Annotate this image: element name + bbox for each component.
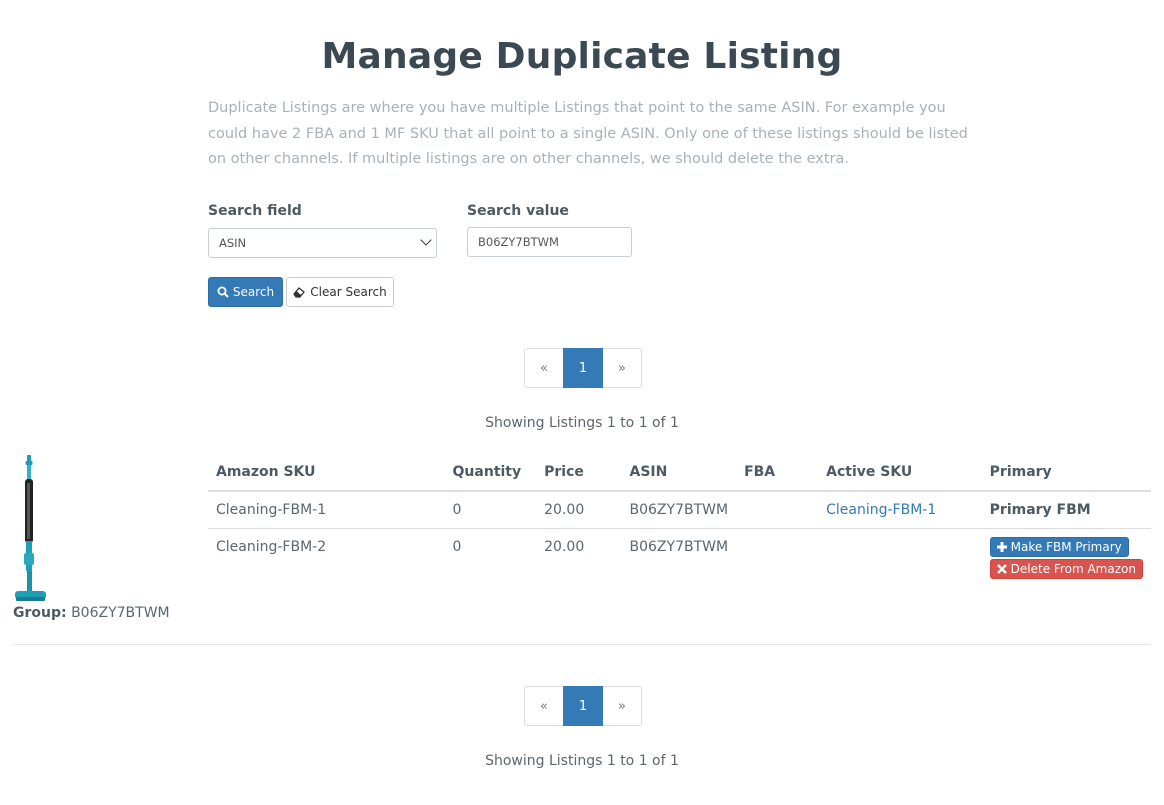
times-icon <box>996 563 1007 574</box>
pagination-next[interactable]: » <box>603 348 642 388</box>
cell-fba <box>736 528 818 579</box>
search-value-label: Search value <box>467 203 569 219</box>
search-field-value: ASIN <box>219 236 247 250</box>
showing-summary-bottom: Showing Listings 1 to 1 of 1 <box>485 753 679 769</box>
cell-asin: B06ZY7BTWM <box>621 491 737 529</box>
search-value-text: B06ZY7BTWM <box>478 235 559 249</box>
group-value: B06ZY7BTWM <box>71 605 170 621</box>
pagination-page[interactable]: 1 <box>563 686 603 726</box>
showing-summary-top: Showing Listings 1 to 1 of 1 <box>485 415 679 431</box>
header-active-sku: Active SKU <box>818 453 982 492</box>
pagination-bottom: « 1 » <box>524 686 642 726</box>
chevron-down-icon <box>420 234 432 246</box>
cell-active-sku <box>818 528 982 579</box>
table-row: Cleaning-FBM-2 0 20.00 B06ZY7BTWM Make F… <box>208 528 1151 579</box>
cell-primary: Primary FBM <box>981 491 1151 529</box>
pagination-top: « 1 » <box>524 348 642 388</box>
cell-sku: Cleaning-FBM-1 <box>208 491 445 529</box>
cell-sku: Cleaning-FBM-2 <box>216 538 327 555</box>
pagination-prev[interactable]: « <box>524 348 563 388</box>
search-icon <box>217 286 229 298</box>
search-button-label: Search <box>232 285 275 299</box>
header-primary: Primary <box>981 453 1151 492</box>
active-sku-link[interactable]: Cleaning-FBM-1 <box>826 502 936 518</box>
header-fba: FBA <box>736 453 819 492</box>
cell-quantity: 0 <box>452 538 462 555</box>
cell-quantity: 0 <box>444 491 537 529</box>
delete-from-amazon-label: Delete From Amazon <box>1010 561 1136 576</box>
group-label: Group: <box>13 605 67 621</box>
page-intro: Duplicate Listings are where you have mu… <box>208 100 968 167</box>
cell-fba <box>736 491 819 529</box>
page-title: Manage Duplicate Listing <box>321 36 843 77</box>
divider <box>13 644 1151 645</box>
eraser-icon <box>293 287 306 298</box>
pagination-page[interactable]: 1 <box>563 348 603 388</box>
table-row: Cleaning-FBM-1 0 20.00 B06ZY7BTWM Cleani… <box>208 491 1151 529</box>
table-header-row: Amazon SKU Quantity Price ASIN FBA Activ… <box>208 453 1151 492</box>
plus-icon <box>996 541 1007 552</box>
clear-search-label: Clear Search <box>310 285 387 299</box>
clear-search-button[interactable]: Clear Search <box>286 277 394 307</box>
listings-table: Amazon SKU Quantity Price ASIN FBA Activ… <box>208 453 1151 579</box>
header-amazon-sku: Amazon SKU <box>208 453 445 492</box>
header-price: Price <box>536 453 622 492</box>
header-quantity: Quantity <box>444 453 537 492</box>
cell-price: 20.00 <box>544 538 585 555</box>
cell-asin: B06ZY7BTWM <box>629 538 729 555</box>
search-field-label: Search field <box>208 203 302 219</box>
pagination-prev[interactable]: « <box>524 686 563 726</box>
delete-from-amazon-button[interactable]: Delete From Amazon <box>989 558 1143 579</box>
search-button[interactable]: Search <box>208 277 283 307</box>
search-value-input[interactable]: B06ZY7BTWM <box>467 227 632 257</box>
pagination-next[interactable]: » <box>603 686 642 726</box>
product-image <box>15 455 46 601</box>
make-fbm-primary-button[interactable]: Make FBM Primary <box>989 536 1129 557</box>
cell-price: 20.00 <box>536 491 622 529</box>
header-asin: ASIN <box>621 453 737 492</box>
make-fbm-primary-label: Make FBM Primary <box>1010 539 1122 554</box>
search-field-select[interactable]: ASIN <box>208 228 437 258</box>
group-info: Group: B06ZY7BTWM <box>13 605 170 621</box>
